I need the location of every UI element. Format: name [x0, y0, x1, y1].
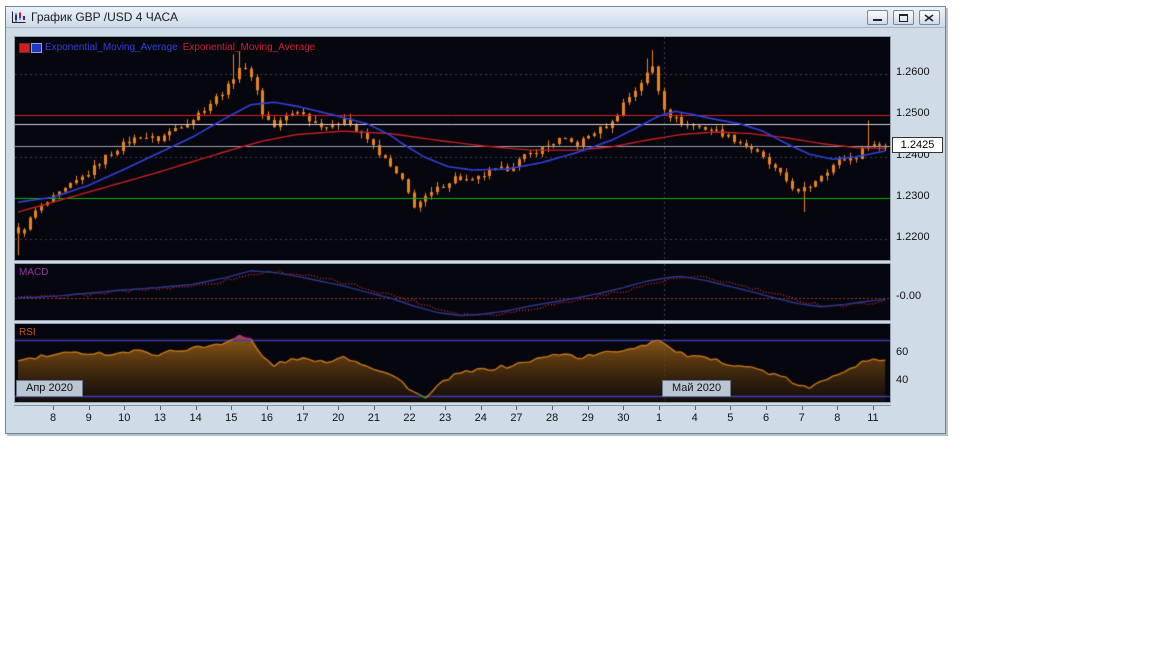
- blue-marker-icon[interactable]: [31, 42, 42, 53]
- time-tick-mark: [409, 406, 411, 410]
- rsi-axis-label: 60: [896, 345, 909, 358]
- time-tick-mark: [373, 406, 375, 410]
- time-tick-mark: [694, 406, 696, 410]
- time-tick-mark: [587, 406, 589, 410]
- time-axis-label: 7: [798, 412, 805, 424]
- time-axis-label: 9: [85, 412, 92, 424]
- minimize-icon: [873, 18, 882, 21]
- rsi-label: RSI: [19, 327, 36, 338]
- time-tick-mark: [552, 406, 554, 410]
- time-tick-mark: [837, 406, 839, 410]
- current-price-tag: 1.2425: [892, 137, 943, 154]
- price-axis[interactable]: 1.2425 1.2600 1.2500 1.2400 1.2300 1.2200 -0.…: [892, 28, 945, 433]
- time-axis-label: 6: [762, 412, 770, 424]
- ema-fast-legend-label: Exponential_Moving_Average: [45, 42, 178, 53]
- price-chart-canvas[interactable]: [15, 37, 890, 260]
- maximize-icon: [899, 13, 908, 22]
- maximize-button[interactable]: [893, 9, 914, 25]
- time-axis-label: 24: [474, 412, 487, 424]
- price-axis-label: 1.2300: [896, 190, 930, 203]
- time-tick-mark: [159, 406, 161, 410]
- time-axis-label: 8: [49, 412, 57, 424]
- time-axis-label: 1: [655, 412, 663, 424]
- rsi-axis-label: 40: [896, 373, 909, 386]
- time-tick-mark: [730, 406, 732, 410]
- rsi-canvas[interactable]: [15, 324, 890, 402]
- time-axis-label: 20: [332, 412, 345, 424]
- time-axis-label: 5: [727, 412, 734, 424]
- month-badge-may: Май 2020: [662, 380, 732, 397]
- price-axis-label: 1.2200: [896, 231, 930, 244]
- time-tick-mark: [801, 406, 803, 410]
- window-title: График GBP /USD 4 ЧАСА: [31, 10, 178, 24]
- time-axis-label: 22: [403, 412, 416, 424]
- time-tick-mark: [338, 406, 340, 410]
- macd-axis-label: -0.00: [896, 290, 922, 302]
- time-axis-label: 4: [691, 412, 698, 424]
- time-axis-label: 21: [367, 412, 380, 424]
- time-tick-mark: [766, 406, 767, 410]
- month-badge-april: Апр 2020: [16, 380, 83, 397]
- time-tick-mark: [88, 406, 90, 410]
- close-icon: [924, 13, 934, 22]
- time-axis-label: 15: [225, 412, 238, 424]
- time-axis-label: 16: [260, 412, 274, 424]
- time-axis-label: 8: [834, 412, 841, 424]
- time-tick-mark: [872, 406, 874, 410]
- ema-slow-legend-label: Exponential_Moving_Average: [182, 42, 316, 53]
- time-tick-mark: [480, 406, 482, 410]
- price-panel[interactable]: Exponential_Moving_Average Exponential_M…: [14, 36, 891, 261]
- time-axis[interactable]: 8 9 10 13 14 15 16 17 20 21 22 23 24 27 28 29 30 1 4 5 6 7 8 11: [14, 405, 891, 431]
- price-axis-label: 1.2500: [896, 107, 930, 120]
- time-tick-mark: [445, 406, 447, 410]
- macd-canvas[interactable]: [15, 264, 890, 320]
- time-tick-mark: [302, 406, 304, 410]
- macd-panel[interactable]: MACD: [14, 263, 891, 321]
- time-axis-label: 14: [189, 412, 202, 424]
- time-tick-mark: [659, 406, 661, 410]
- time-tick-mark: [124, 406, 126, 410]
- time-axis-label: 23: [439, 412, 452, 424]
- time-axis-label: 10: [118, 412, 131, 424]
- macd-label: MACD: [19, 267, 49, 278]
- time-tick-mark: [623, 406, 625, 410]
- time-axis-label: 13: [153, 412, 167, 424]
- chart-window: График GBP /USD 4 ЧАСА Exponential_Movin…: [5, 6, 946, 434]
- close-button[interactable]: [919, 9, 940, 25]
- time-tick-mark: [266, 406, 268, 410]
- chart-app-icon: [11, 11, 26, 24]
- time-tick-mark: [516, 406, 518, 410]
- window-titlebar[interactable]: График GBP /USD 4 ЧАСА: [6, 7, 945, 28]
- red-marker-icon[interactable]: [19, 42, 30, 53]
- time-axis-label: 17: [296, 412, 309, 424]
- time-axis-label: 29: [581, 412, 594, 424]
- chart-area: Exponential_Moving_Average Exponential_M…: [6, 28, 945, 433]
- time-tick-mark: [231, 406, 233, 410]
- minimize-button[interactable]: [867, 9, 888, 25]
- time-tick-mark: [195, 406, 197, 410]
- time-axis-label: 28: [545, 412, 559, 424]
- indicator-legend: Exponential_Moving_Average Exponential_M…: [19, 42, 315, 53]
- time-axis-label: 30: [617, 412, 630, 424]
- time-axis-label: 11: [867, 412, 879, 424]
- rsi-panel[interactable]: RSI: [14, 323, 891, 403]
- time-tick-mark: [53, 406, 54, 410]
- time-axis-label: 27: [510, 412, 523, 424]
- price-axis-label: 1.2600: [896, 66, 930, 79]
